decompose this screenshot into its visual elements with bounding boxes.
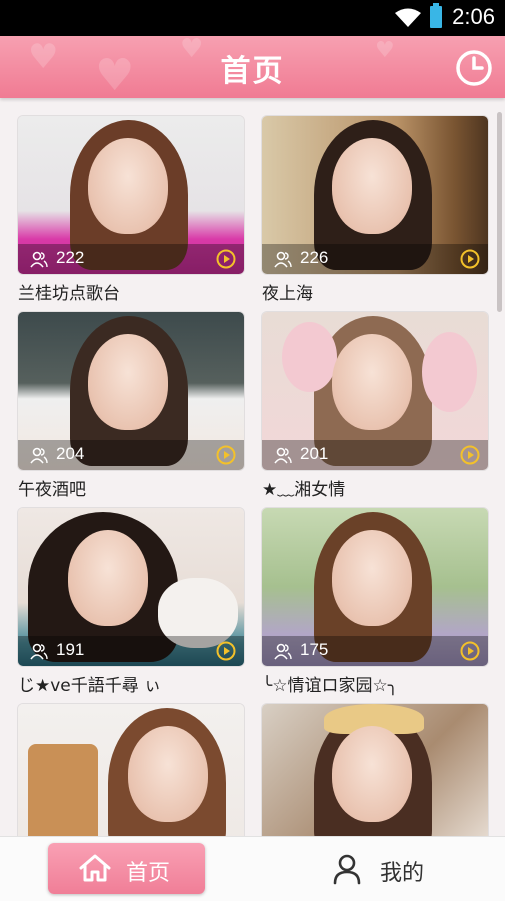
room-photo <box>18 704 244 836</box>
status-time: 2:06 <box>452 4 495 29</box>
viewer-count: 191 <box>56 640 85 659</box>
wifi-icon <box>395 8 421 27</box>
room-name: 午夜酒吧 <box>18 480 86 500</box>
play-icon[interactable] <box>216 641 236 661</box>
room-name: じ★ve千語千尋 ぃ <box>18 676 162 696</box>
play-icon[interactable] <box>460 445 480 465</box>
nav-home-button[interactable]: 首页 <box>48 843 205 894</box>
room-name: ★﹏湘女情 <box>262 480 346 500</box>
scrollbar[interactable] <box>497 112 502 312</box>
room-card[interactable]: 222 兰桂坊点歌台 <box>18 116 244 312</box>
viewers-icon <box>30 643 48 660</box>
play-icon[interactable] <box>460 641 480 661</box>
room-name: 夜上海 <box>262 284 313 304</box>
room-photo: 226 <box>262 116 488 274</box>
viewers-icon <box>274 447 292 464</box>
app-header: ♥ ♥ ♥ ♥ 首页 <box>0 36 505 98</box>
viewer-count: 204 <box>56 444 85 463</box>
room-photo: 204 <box>18 312 244 470</box>
bottom-nav: 首页 我的 <box>0 836 505 901</box>
room-card[interactable]: 201 ★﹏湘女情 <box>262 312 488 508</box>
viewers-icon <box>274 643 292 660</box>
nav-home-label: 首页 <box>126 861 171 886</box>
home-icon <box>79 854 111 882</box>
page-title: 首页 <box>220 54 285 89</box>
play-icon[interactable] <box>216 445 236 465</box>
battery-icon <box>430 3 442 28</box>
room-name: 兰桂坊点歌台 <box>18 284 120 304</box>
room-photo: 191 <box>18 508 244 666</box>
status-bar: 2:06 <box>0 0 505 36</box>
viewer-count: 175 <box>300 640 329 659</box>
viewers-icon <box>30 447 48 464</box>
play-icon[interactable] <box>460 249 480 269</box>
viewer-count: 226 <box>300 248 329 267</box>
nav-mine-label: 我的 <box>380 861 425 886</box>
viewers-icon <box>30 251 48 268</box>
room-card[interactable] <box>262 704 488 836</box>
room-photo: 201 <box>262 312 488 470</box>
room-grid: 222 兰桂坊点歌台 226 夜上海 204 午夜酒吧 201 ★﹏湘女情 19… <box>0 98 505 836</box>
room-card[interactable]: 204 午夜酒吧 <box>18 312 244 508</box>
viewer-count: 222 <box>56 248 85 267</box>
room-card[interactable]: 191 じ★ve千語千尋 ぃ <box>18 508 244 704</box>
room-name: ╰☆情谊ロ家园☆╮ <box>262 676 398 696</box>
history-clock-icon[interactable] <box>454 48 494 88</box>
room-card[interactable]: 175 ╰☆情谊ロ家园☆╮ <box>262 508 488 704</box>
room-card[interactable]: 226 夜上海 <box>262 116 488 312</box>
room-photo: 222 <box>18 116 244 274</box>
viewers-icon <box>274 251 292 268</box>
nav-mine-button[interactable]: 我的 <box>310 843 467 894</box>
viewer-count: 201 <box>300 444 329 463</box>
room-photo: 175 <box>262 508 488 666</box>
room-card[interactable] <box>18 704 244 836</box>
play-icon[interactable] <box>216 249 236 269</box>
user-icon <box>333 854 361 885</box>
room-photo <box>262 704 488 836</box>
